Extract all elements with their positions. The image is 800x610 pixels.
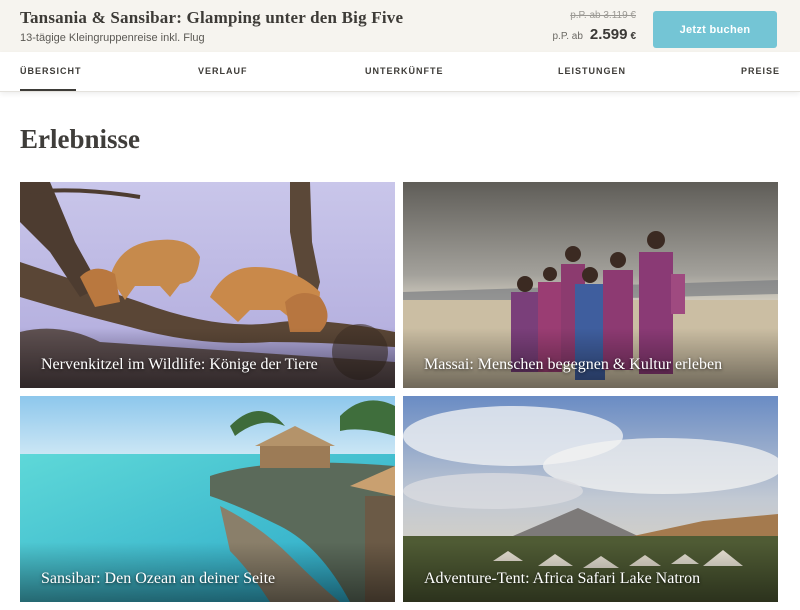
tab-prices[interactable]: PREISE (741, 66, 780, 76)
experience-caption: Massai: Menschen begegnen & Kultur erleb… (424, 356, 723, 373)
experience-caption: Nervenkitzel im Wildlife: Könige der Tie… (41, 356, 318, 373)
active-tab-indicator (20, 89, 76, 91)
section-title: Erlebnisse (20, 124, 141, 154)
experience-card-zanzibar[interactable]: Sansibar: Den Ozean an deiner Seite (20, 396, 395, 602)
old-price: p.P. ab 3.119 € (570, 10, 636, 21)
trip-title: Tansania & Sansibar: Glamping unter den … (20, 8, 404, 27)
tab-overview[interactable]: ÜBERSICHT (20, 66, 82, 76)
book-now-button[interactable]: Jetzt buchen (653, 11, 777, 48)
price-prefix: p.P. ab (552, 31, 583, 42)
experience-card-tent[interactable]: Adventure-Tent: Africa Safari Lake Natro… (403, 396, 778, 602)
trip-header: Tansania & Sansibar: Glamping unter den … (0, 0, 800, 52)
section-tabs: ÜBERSICHT VERLAUF UNTERKÜNFTE LEISTUNGEN… (0, 52, 800, 92)
price-currency: € (630, 31, 636, 42)
experience-card-wildlife[interactable]: Nervenkitzel im Wildlife: Könige der Tie… (20, 182, 395, 388)
tab-itinerary[interactable]: VERLAUF (198, 66, 248, 76)
experience-card-maasai[interactable]: Massai: Menschen begegnen & Kultur erleb… (403, 182, 778, 388)
experience-caption: Adventure-Tent: Africa Safari Lake Natro… (424, 570, 701, 587)
price-value: 2.599 (589, 26, 628, 43)
experience-caption: Sansibar: Den Ozean an deiner Seite (41, 570, 276, 587)
current-price: p.P. ab 2.599 € (552, 26, 636, 43)
trip-subtitle: 13-tägige Kleingruppenreise inkl. Flug (20, 32, 205, 44)
tab-accommodations[interactable]: UNTERKÜNFTE (365, 66, 444, 76)
tab-services[interactable]: LEISTUNGEN (558, 66, 626, 76)
